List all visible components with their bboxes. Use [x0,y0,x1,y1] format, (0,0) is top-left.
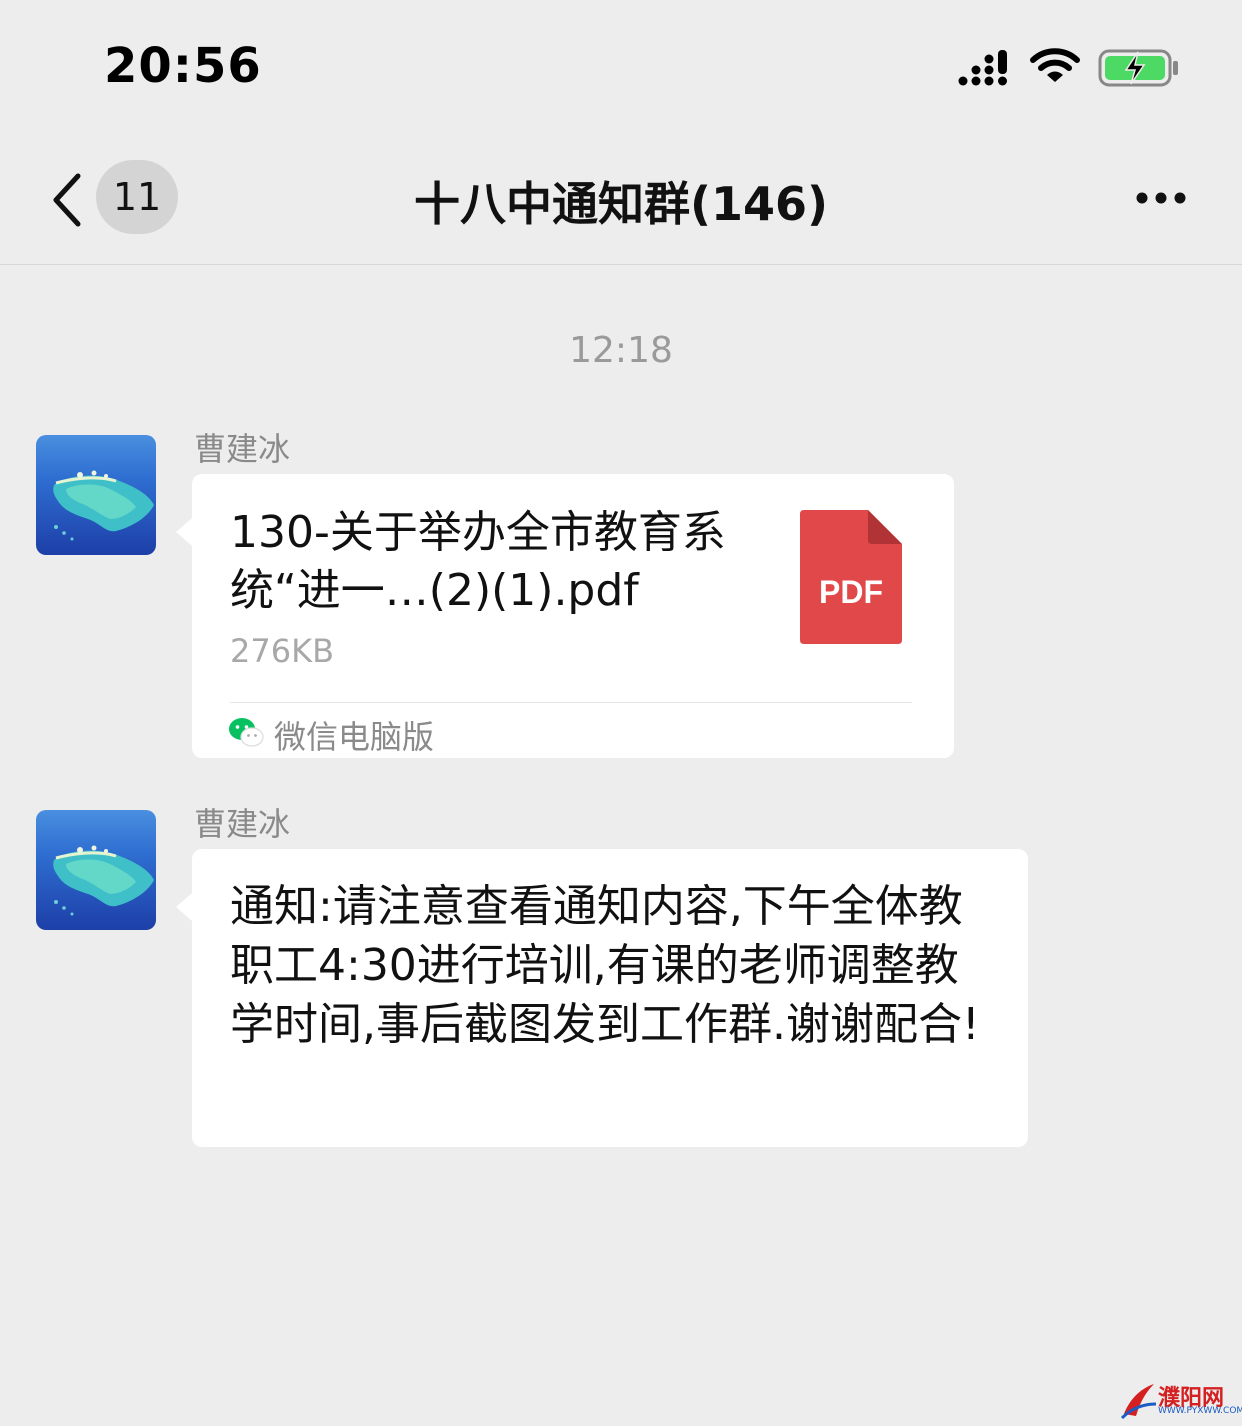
avatar-image [36,435,156,555]
file-size: 276KB [230,632,335,670]
pdf-file-icon: PDF [800,510,902,644]
message-timestamp: 12:18 [569,330,673,371]
text-message-bubble[interactable]: 通知:请注意查看通知内容,下午全体教职工4:30进行培训,有课的老师调整教学时间… [176,849,1028,1147]
sender-avatar[interactable] [36,435,156,555]
unread-count-badge: 11 [96,160,178,234]
divider [230,702,912,703]
more-dots-icon[interactable] [1120,172,1200,222]
status-bar: 20:56 [0,0,1242,130]
chevron-left-icon [53,173,81,227]
back-button[interactable]: 11 [40,160,190,236]
source-label: 微信电脑版 [274,718,435,756]
sender-avatar[interactable] [36,810,156,930]
file-name: 130-关于举办全市教育系统“进一…(2)(1).pdf [230,507,726,616]
sender-name: 曹建冰 [194,430,291,468]
cellular-signal-icon [958,50,1007,86]
wifi-icon [1030,48,1080,82]
wechat-icon [229,718,264,747]
battery-charging-icon [1098,49,1178,87]
sender-name: 曹建冰 [194,805,291,843]
status-time: 20:56 [104,38,262,94]
pdf-type-label: PDF [819,574,883,610]
watermark-logo: 濮阳网 WWW.PYXWW.COM [1118,1378,1242,1425]
message-text: 通知:请注意查看通知内容,下午全体教职工4:30进行培训,有课的老师调整教学时间… [230,881,980,1050]
chat-title: 十八中通知群(146) [413,177,829,231]
watermark-url: WWW.PYXWW.COM [1158,1406,1242,1416]
avatar-image [36,810,156,930]
watermark-emblem-icon [1120,1384,1157,1420]
chat-header: 11 十八中通知群(146) [0,130,1242,265]
file-message-card[interactable]: 130-关于举办全市教育系统“进一…(2)(1).pdf 276KB PDF 微… [176,474,954,758]
